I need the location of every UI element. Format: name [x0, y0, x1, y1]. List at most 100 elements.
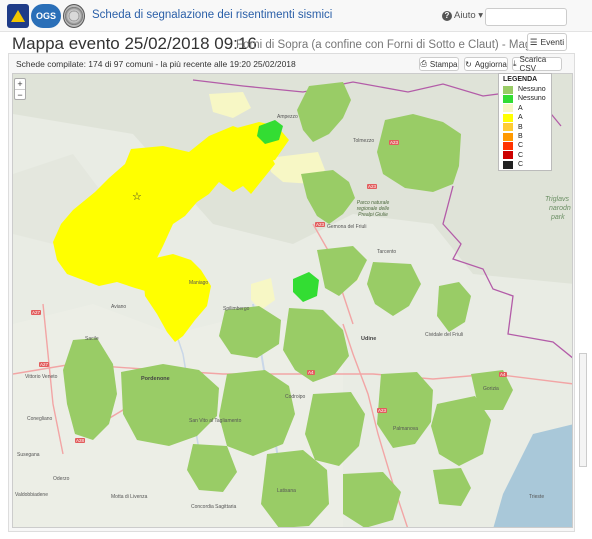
app-brand[interactable]: Scheda di segnalazione dei risentimenti … — [92, 9, 332, 21]
legend-label: B — [518, 133, 523, 140]
road-label-a4-1: A4 — [307, 370, 315, 375]
question-icon: ? — [442, 11, 452, 21]
legend-swatch — [503, 151, 513, 160]
road-label-a23-1: A23 — [389, 140, 400, 145]
map-label-gemona: Gemona del Friuli — [327, 224, 367, 230]
legend-label: B — [518, 123, 523, 131]
legend-item: C — [503, 160, 523, 169]
map-label-valdobbiadene: Valdobbiadene — [15, 492, 48, 498]
road-label-a23-2: A23 — [367, 184, 378, 189]
legend-swatch — [503, 94, 513, 103]
legend-item: A — [503, 104, 523, 113]
legend-label: Nessuno — [518, 95, 546, 103]
map-label-prealpi: Parco naturale regionale delle Prealpi G… — [356, 200, 390, 218]
protezione-civile-logo[interactable] — [7, 4, 29, 28]
legend-item: B — [503, 123, 523, 132]
road-label-a27-1: A27 — [31, 310, 42, 315]
print-icon: ⎙ — [420, 59, 427, 68]
ogs-logo[interactable]: OGS — [31, 4, 61, 28]
map-label-susegana: Susegana — [17, 452, 40, 458]
map-label-palmanova: Palmanova — [393, 426, 419, 432]
legend-swatch — [503, 113, 513, 122]
map-label-triglav: Triglavs — [545, 196, 569, 203]
legend-title: LEGENDA — [503, 76, 538, 83]
map-label-motta: Motta di Livenza — [111, 494, 148, 500]
legend-swatch — [503, 141, 513, 150]
refresh-icon: ↻ — [465, 59, 472, 69]
map-label-oderzo: Oderzo — [53, 476, 70, 482]
legend-item: C — [503, 141, 523, 150]
map-label-tarcento: Tarcento — [377, 249, 397, 255]
help-label: Aiuto — [454, 10, 476, 21]
download-csv-button[interactable]: ⤓ Scarica CSV — [512, 55, 562, 73]
legend-label: C — [518, 142, 524, 150]
legend-item: B — [503, 132, 523, 141]
road-label-a27-2: A27 — [39, 362, 50, 367]
eventi-button[interactable]: ☰ Eventi — [527, 33, 567, 51]
map-label-sacile: Sacile — [85, 336, 99, 342]
stats-text: Schede compilate: 174 di 97 comuni - la … — [16, 59, 296, 69]
legend-swatch — [503, 132, 513, 141]
road-label-a23-4: A23 — [377, 408, 388, 413]
legend-label: A — [518, 114, 523, 122]
event-subtitle: Forni di Sopra (a confine con Forni di S… — [236, 39, 566, 51]
legend-label: A — [518, 104, 523, 112]
map-label-gorizia: Gorizia — [483, 386, 499, 392]
legend-swatch — [503, 123, 513, 132]
road-label-a4-2: A4 — [499, 372, 507, 377]
page-scrollbar[interactable] — [579, 353, 587, 467]
zoom-in-button[interactable]: + — [15, 79, 25, 89]
zoom-control: + − — [14, 78, 26, 100]
road-label-a23-3: A23 — [315, 222, 326, 227]
search-input[interactable] — [485, 8, 567, 26]
legend-item: Nessuno — [503, 85, 546, 94]
map-label-narodni: narodn — [549, 205, 571, 212]
caret-down-icon: ▾ — [478, 10, 484, 21]
map-label-san-vito: San Vito al Tagliamento — [189, 418, 242, 424]
map-label-udine: Udine — [361, 336, 377, 342]
map-label-aviano: Aviano — [111, 304, 127, 310]
intensity-map[interactable]: Triglavs narodn park Parco naturale regi… — [12, 73, 573, 528]
map-label-spilimbergo: Spilimbergo — [223, 306, 250, 312]
legend-item: Nessuno — [503, 94, 546, 103]
map-label-trieste: Trieste — [529, 494, 545, 500]
map-label-cividale: Cividale del Friuli — [425, 332, 464, 338]
aggiorna-label: Aggiorna — [474, 59, 507, 69]
map-label-codroipo: Codroipo — [285, 394, 306, 400]
aggiorna-button[interactable]: ↻ Aggiorna — [464, 57, 508, 71]
list-icon: ☰ — [529, 36, 538, 47]
legend-swatch — [503, 160, 513, 169]
seal-logo[interactable] — [63, 4, 85, 28]
map-label-maniago: Maniago — [189, 280, 209, 286]
page-title: Mappa evento 25/02/2018 09:16 — [12, 34, 257, 53]
legend-swatch — [503, 104, 513, 113]
map-label-tolmezzo: Tolmezzo — [353, 138, 375, 144]
triangle-icon — [11, 10, 25, 22]
help-menu[interactable]: ? Aiuto ▾ — [442, 10, 483, 21]
download-icon: ⤓ — [513, 59, 517, 68]
map-label-latisana: Latisana — [277, 488, 296, 494]
legend-swatch — [503, 85, 513, 94]
app-window: OGS Scheda di segnalazione dei risentime… — [0, 0, 592, 539]
map-label-park: park — [551, 214, 565, 221]
stampa-label: Stampa — [429, 59, 458, 69]
map-label-ampezzo: Ampezzo — [277, 114, 298, 120]
navbar: OGS Scheda di segnalazione dei risentime… — [0, 0, 592, 32]
map-label-concordia: Concordia Sagittaria — [191, 504, 237, 510]
map-label-conegliano: Conegliano — [27, 416, 53, 422]
legend-label: C — [518, 161, 524, 169]
map-label-pordenone: Pordenone — [141, 376, 170, 382]
road-label-a28: A28 — [75, 438, 86, 443]
eventi-label: Eventi — [540, 37, 565, 47]
epicenter-star-icon[interactable]: ☆ — [132, 192, 142, 203]
stampa-button[interactable]: ⎙ Stampa — [419, 57, 459, 71]
legend-item: C — [503, 151, 523, 160]
legend-label: C — [518, 151, 524, 159]
zoom-out-button[interactable]: − — [15, 89, 25, 100]
csv-label: Scarica CSV — [519, 55, 547, 73]
legend-label: Nessuno — [518, 86, 546, 93]
legend-item: A — [503, 113, 523, 122]
map-legend: LEGENDA Nessuno Nessuno A A B B C C C — [498, 73, 552, 171]
map-label-vittorio-veneto: Vittorio Veneto — [25, 374, 58, 380]
map-svg — [13, 74, 572, 527]
